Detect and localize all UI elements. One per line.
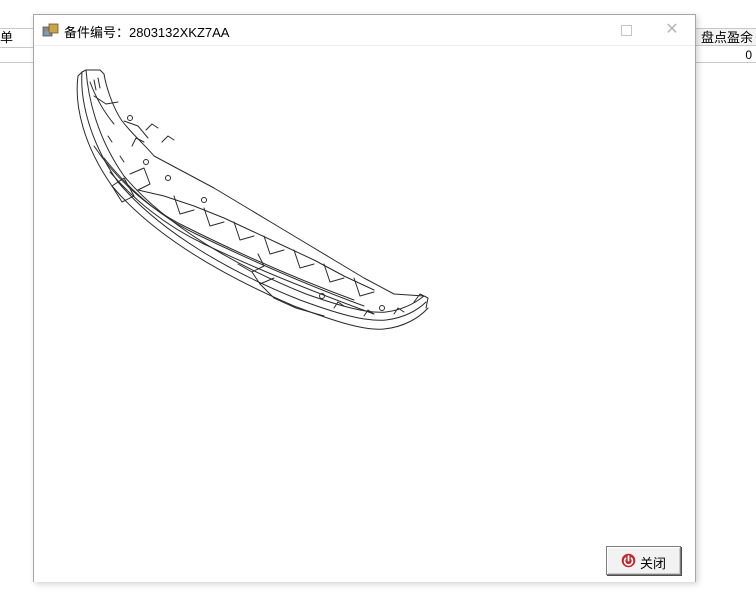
dialog-titlebar[interactable]: 备件编号：2803132XKZ7AA ✕ xyxy=(34,15,695,45)
part-image-dialog: 备件编号：2803132XKZ7AA ✕ 关闭 xyxy=(33,14,696,582)
background-column-header-left: 单 xyxy=(0,28,36,48)
background-cell-surplus-value[interactable]: 0 xyxy=(694,47,756,63)
window-close-button[interactable]: ✕ xyxy=(660,19,684,41)
close-x-icon: ✕ xyxy=(665,21,679,38)
maximize-button[interactable] xyxy=(614,19,638,41)
dialog-title: 备件编号：2803132XKZ7AA xyxy=(64,25,230,40)
maximize-icon xyxy=(620,24,632,36)
power-close-icon xyxy=(621,553,636,568)
parts-app-icon xyxy=(42,23,59,37)
background-column-header-surplus[interactable]: 盘点盈余 xyxy=(694,28,756,46)
close-dialog-button[interactable]: 关闭 xyxy=(606,546,681,575)
close-button-label: 关闭 xyxy=(640,556,667,571)
bumper-part-drawing xyxy=(76,69,429,330)
part-drawing-area: 关闭 xyxy=(34,45,695,582)
background-row-divider xyxy=(0,62,36,63)
